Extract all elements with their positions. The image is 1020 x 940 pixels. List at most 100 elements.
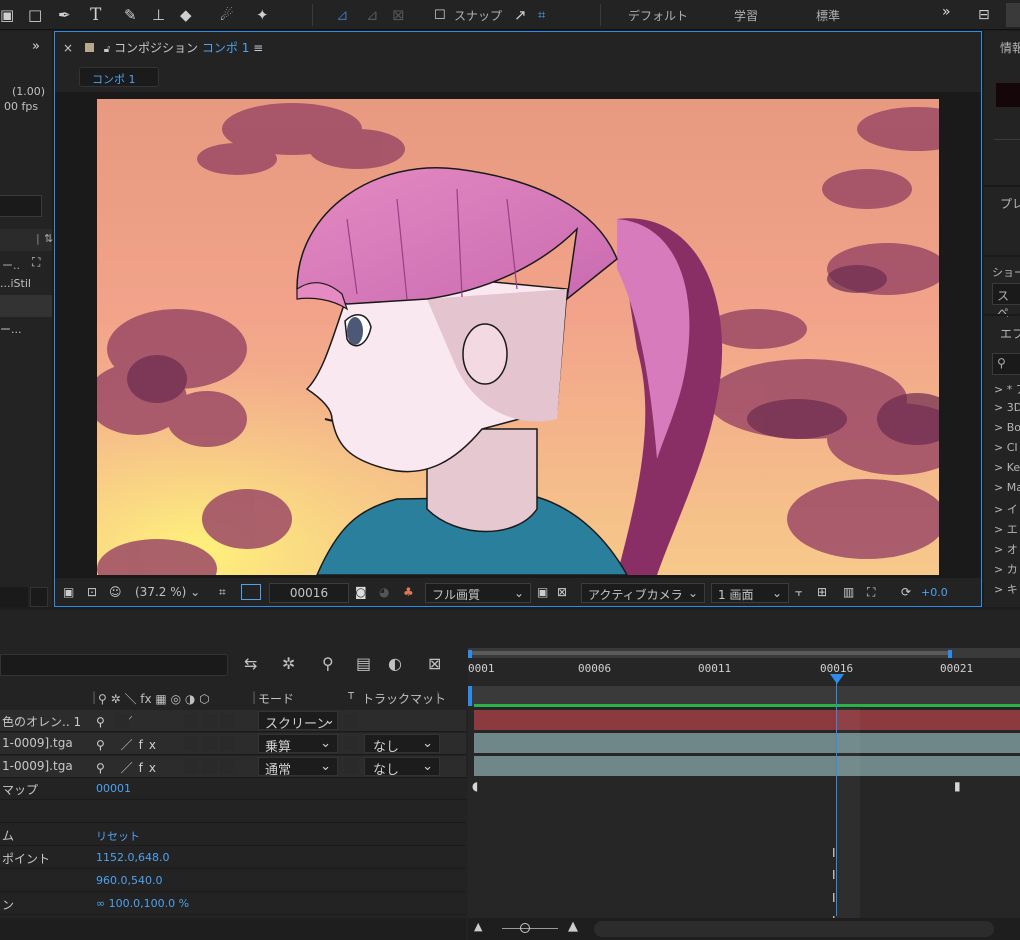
property-value[interactable]: 00001 <box>96 782 131 795</box>
property-row[interactable]: ム リセット <box>0 824 466 846</box>
snapshot-camera-icon[interactable]: ◙ <box>355 585 367 599</box>
timeline-icon[interactable]: ▥ <box>843 585 854 599</box>
switch-box[interactable] <box>202 759 217 774</box>
trackmatte-dropdown[interactable]: なし ⌄ <box>364 757 440 778</box>
zoom-tool-icon[interactable]: ▣ <box>0 5 14 25</box>
timeline-scrollbar[interactable] <box>594 921 994 937</box>
color-channel-icon[interactable]: ♣ <box>403 585 414 599</box>
grid-guides-icon[interactable]: ⌗ <box>219 585 226 600</box>
switch-box[interactable] <box>184 713 199 728</box>
workspace-learn[interactable]: 学習 <box>734 7 758 24</box>
project-item-istil[interactable]: ...iStil <box>0 277 31 290</box>
zoom-dropdown[interactable]: (37.2 %) ⌄ <box>135 585 200 599</box>
always-preview-icon[interactable]: ▣ <box>63 585 74 599</box>
reset-link[interactable]: リセット <box>96 828 140 844</box>
layer-bar-teal[interactable] <box>474 733 1020 753</box>
toggle-pixel-aspect-icon[interactable]: ⫟ <box>795 585 802 600</box>
snap-feature-icon[interactable]: ⌗ <box>538 6 545 26</box>
flowchart-icon[interactable]: ⛶ <box>867 585 875 600</box>
zoom-out-icon[interactable]: ▲ <box>474 920 482 933</box>
snap-edge-icon[interactable]: ↗ <box>514 5 527 25</box>
hold-keyframe-icon[interactable]: I <box>832 846 836 860</box>
anchor-point-value[interactable]: 1152.0,648.0 <box>96 851 169 864</box>
switch-box[interactable] <box>220 759 235 774</box>
region-of-interest-icon[interactable] <box>241 584 261 600</box>
layer-switches[interactable]: ⚲ ／fx <box>96 759 162 776</box>
layer-bar-teal[interactable] <box>474 756 1020 776</box>
project-item-2[interactable]: ー... <box>0 321 22 337</box>
switch-box[interactable] <box>220 713 235 728</box>
zoom-in-icon[interactable]: ▲ <box>568 919 578 934</box>
effects-category[interactable]: > イ <box>994 501 1018 517</box>
effects-search-input[interactable]: ⚲ <box>992 353 1020 375</box>
effects-tab[interactable]: エフ <box>1000 325 1020 342</box>
effects-category[interactable]: > Ke <box>994 461 1020 474</box>
switch-box[interactable] <box>184 759 199 774</box>
effects-category[interactable]: > カ <box>994 561 1018 577</box>
resolution-dropdown[interactable]: フル画質 ⌄ <box>425 583 531 603</box>
snap-checkbox[interactable]: ☐ <box>434 6 446 26</box>
effects-category[interactable]: > オ <box>994 541 1018 557</box>
show-snapshot-icon[interactable]: ◕ <box>379 585 389 599</box>
comp-breadcrumb[interactable]: コンポ 1 <box>79 67 159 87</box>
project-footer-button[interactable] <box>30 587 48 607</box>
work-area-range[interactable] <box>468 651 950 655</box>
column-options-icon[interactable]: ⇅ <box>44 232 53 245</box>
effects-category[interactable]: > * ア <box>994 381 1020 397</box>
3d-draft-icon[interactable]: ⊞ <box>817 585 827 599</box>
brush-tool-icon[interactable]: ✎ <box>124 5 137 25</box>
lock-icon[interactable]: 🔓︎ <box>104 44 110 55</box>
preserve-transparency-checkbox[interactable] <box>344 759 359 774</box>
work-area-end-handle[interactable] <box>948 650 952 658</box>
property-row[interactable]: 960.0,540.0 <box>0 870 466 892</box>
property-row[interactable] <box>0 801 466 823</box>
position-value[interactable]: 960.0,540.0 <box>96 874 162 887</box>
effects-category[interactable]: > CI <box>994 441 1018 454</box>
views-dropdown[interactable]: 1 画面 ⌄ <box>711 583 789 603</box>
flowchart-icon[interactable]: ⛶ <box>32 255 40 270</box>
graph-editor-icon[interactable]: ⊠ <box>428 654 441 673</box>
frame-blending-icon[interactable]: ▤ <box>356 654 371 673</box>
keyframe-end-icon[interactable]: ▮ <box>954 779 961 793</box>
preserve-transparency-checkbox[interactable] <box>344 736 359 751</box>
layer-switches[interactable]: ⚲ ／fx <box>96 736 162 753</box>
playhead-handle[interactable] <box>830 674 844 684</box>
composition-tab[interactable]: × 🔓︎ コンポジション コンポ 1 ≡ <box>63 39 263 56</box>
exposure-value[interactable]: +0.0 <box>921 586 948 599</box>
zoom-slider-knob[interactable] <box>520 923 530 933</box>
scale-value[interactable]: ∞ 100.0,100.0 % <box>96 897 189 910</box>
rectangle-tool-icon[interactable]: □ <box>28 5 42 25</box>
timecode-field[interactable]: 00016 <box>269 583 349 603</box>
switch-box[interactable] <box>202 713 217 728</box>
blend-mode-dropdown[interactable]: 乗算 ⌄ <box>258 734 338 755</box>
property-row[interactable]: ポイント 1152.0,648.0 <box>0 847 466 869</box>
zoom-slider-track[interactable] <box>502 928 558 929</box>
composition-viewer[interactable] <box>55 92 981 578</box>
effects-category[interactable]: > Bo <box>994 421 1020 434</box>
preview-tab[interactable]: プレ <box>1000 195 1020 212</box>
close-tab-icon[interactable]: × <box>63 41 73 55</box>
workspace-more-icon[interactable]: » <box>942 4 951 20</box>
workspace-default[interactable]: デフォルト <box>628 7 688 24</box>
work-area-start-handle[interactable] <box>468 650 472 658</box>
fast-preview-icon[interactable]: ▣ <box>537 585 548 599</box>
panel-more-icon[interactable]: » <box>32 39 40 54</box>
camera-dropdown[interactable]: アクティブカメラ ⌄ <box>581 583 705 603</box>
axis-local-icon[interactable]: ⊿ <box>336 5 349 25</box>
panel-layout-icon[interactable]: ⊟ <box>978 5 990 25</box>
timeline-tracks[interactable]: 0001 00006 00011 00016 00021 ◖ ▮ I I I I… <box>468 648 1020 940</box>
project-item-selected[interactable] <box>0 295 52 317</box>
transparency-grid-icon[interactable]: ⊠ <box>557 585 567 599</box>
axis-view-icon[interactable]: ⊠ <box>392 5 405 25</box>
eraser-tool-icon[interactable]: ◆ <box>180 5 192 25</box>
display-icon[interactable]: ⊡ <box>87 585 97 599</box>
switch-box[interactable] <box>114 713 129 728</box>
draft-3d-icon[interactable]: ✲ <box>282 654 295 673</box>
hold-keyframe-icon[interactable]: I <box>832 891 836 905</box>
effects-category[interactable]: > 3D <box>994 401 1020 414</box>
property-row[interactable]: ン ∞ 100.0,100.0 % <box>0 893 466 915</box>
switch-box[interactable] <box>202 736 217 751</box>
layer-bar-red[interactable] <box>474 710 1020 730</box>
shortcut-dropdown[interactable]: スペ <box>992 283 1020 320</box>
hide-shy-layers-icon[interactable]: ⚲ <box>322 654 334 673</box>
